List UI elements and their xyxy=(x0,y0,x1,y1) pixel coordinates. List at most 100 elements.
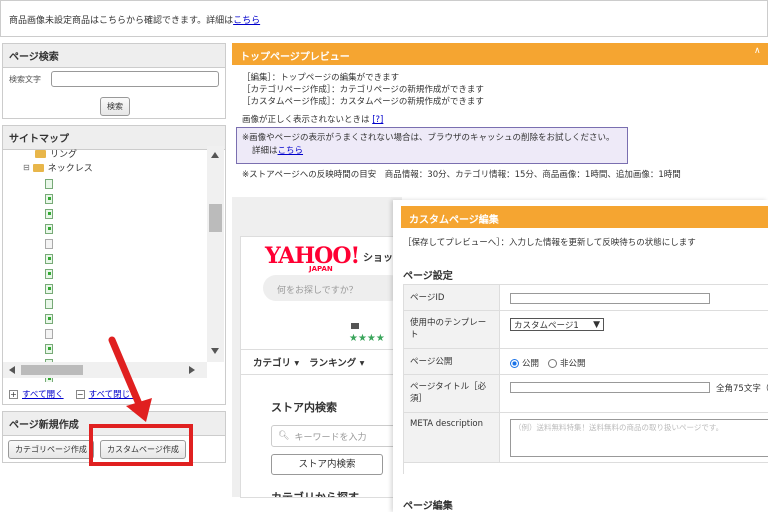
scroll-thumb[interactable] xyxy=(209,204,222,232)
image-note: 画像が正しく表示されないときは [?] xyxy=(242,115,384,125)
keyword-input[interactable]: 🔍︎ キーワードを入力 xyxy=(271,425,399,447)
rating-stars: ★★★★ xyxy=(349,333,385,344)
page-image-icon xyxy=(45,253,53,264)
char-limit-text: 全角75文字（ xyxy=(716,384,768,394)
desc-category: ［カテゴリページ作成］：カテゴリページの新規作成ができます xyxy=(242,85,484,95)
scroll-up-icon[interactable] xyxy=(211,152,219,158)
preview-title: トップページプレビュー xyxy=(232,43,768,65)
info-banner: 商品画像未設定商品はこちらから確認できます。詳細はこちら xyxy=(0,0,768,37)
preview-header: トップページプレビュー xyxy=(232,43,768,65)
radio-private[interactable] xyxy=(548,358,558,368)
tree-folder-necklace[interactable]: ⊟ ネックレス xyxy=(23,160,93,175)
store-icon xyxy=(351,323,359,329)
search-icon: 🔍︎ xyxy=(278,431,290,441)
folder-icon xyxy=(35,149,46,158)
page-title-label: ページタイトル［必須］ xyxy=(404,375,500,412)
desc-edit: ［編集］：トップページの編集ができます xyxy=(242,73,400,83)
template-label: 使用中のテンプレート xyxy=(404,311,500,348)
page-icon xyxy=(45,178,53,189)
page-gray-icon xyxy=(45,328,53,339)
highlight-box xyxy=(89,424,193,466)
tree-page[interactable] xyxy=(45,296,53,311)
page-settings-title: ページ設定 xyxy=(403,271,453,282)
search-label: 検索文字 xyxy=(9,75,41,84)
page-image-icon xyxy=(45,268,53,279)
scroll-down-icon[interactable] xyxy=(211,348,219,354)
folder-icon xyxy=(32,163,44,172)
publish-options: 公開 非公開 xyxy=(510,357,586,369)
page-id-label: ページID xyxy=(404,285,500,310)
category-page-create-button[interactable]: カテゴリページ作成 xyxy=(8,440,94,459)
tree-page[interactable] xyxy=(45,176,53,191)
tree-page[interactable] xyxy=(45,326,53,341)
meta-textarea[interactable]: （例）送料無料特集！送料無料の商品の取り扱いページです。 xyxy=(510,419,768,457)
tree-page[interactable] xyxy=(45,341,53,356)
publish-label: ページ公開 xyxy=(404,349,500,374)
row-page-id: ページID xyxy=(404,285,768,311)
page-image-icon xyxy=(45,208,53,219)
tree-page[interactable] xyxy=(45,191,53,206)
page-search-panel: ページ検索 検索文字 検索 xyxy=(2,43,226,119)
tree-folder-ring[interactable]: リング xyxy=(35,146,77,161)
row-meta: META description （例）送料無料特集！送料無料の商品の取り扱いペ… xyxy=(404,413,768,463)
shopping-label: ショッ xyxy=(363,253,393,264)
store-search-title: ストア内検索 xyxy=(271,401,337,414)
scroll-right-icon[interactable] xyxy=(189,366,195,374)
tree-page[interactable] xyxy=(45,266,53,281)
detail-link[interactable]: こちら xyxy=(278,146,304,156)
banner-text: 商品画像未設定商品はこちらから確認できます。詳細は xyxy=(9,16,234,26)
preview-description: ［編集］：トップページの編集ができます ［カテゴリページ作成］：カテゴリページの… xyxy=(242,72,484,108)
page-title-input[interactable] xyxy=(510,382,710,393)
collapse-icon[interactable]: ∧ xyxy=(754,46,761,56)
banner-link[interactable]: こちら xyxy=(233,16,260,26)
page-image-icon xyxy=(45,223,53,234)
minus-icon: − xyxy=(75,389,85,399)
tree-page[interactable] xyxy=(45,221,53,236)
store-nav: カテゴリ ▾ ランキング ▾ xyxy=(241,349,399,375)
red-arrow-icon xyxy=(108,336,152,422)
page-icon xyxy=(45,298,53,309)
chevron-down-icon: ▼ xyxy=(593,319,600,330)
plus-icon: + xyxy=(9,389,18,399)
store-search-button[interactable]: ストア内検索 xyxy=(271,454,383,475)
scroll-left-icon[interactable] xyxy=(9,366,15,374)
page-search-title: ページ検索 xyxy=(3,44,225,68)
nav-category[interactable]: カテゴリ ▾ xyxy=(253,355,299,369)
custom-edit-note: ［保存してプレビューへ］：入力した情報を更新して反映待ちの状態にします xyxy=(403,238,696,248)
tree-page[interactable] xyxy=(45,251,53,266)
row-page-title: ページタイトル［必須］ 全角75文字（ xyxy=(404,375,768,413)
page-image-icon xyxy=(45,313,53,324)
radio-public[interactable] xyxy=(510,358,519,368)
tree-page[interactable] xyxy=(45,281,53,296)
custom-page-edit-panel: カスタムページ編集 ［保存してプレビューへ］：入力した情報を更新して反映待ちの状… xyxy=(393,200,768,512)
tree-page[interactable] xyxy=(45,206,53,221)
from-category-title: カテゴリから探す xyxy=(271,491,359,498)
page-edit-title: ページ編集 xyxy=(403,501,453,512)
row-template: 使用中のテンプレート カスタムページ1 ▼ xyxy=(404,311,768,349)
tree-page[interactable] xyxy=(45,311,53,326)
search-button[interactable]: 検索 xyxy=(100,97,130,116)
page-image-icon xyxy=(45,283,53,294)
store-preview: YAHOO! JAPAN ショッ 何をお探しですか？ ★★★★ カテゴリ ▾ ラ… xyxy=(240,236,400,498)
row-publish: ページ公開 公開 非公開 xyxy=(404,349,768,375)
settings-table: ページID 使用中のテンプレート カスタムページ1 ▼ ページ公開 公開 非公開 … xyxy=(403,284,768,474)
page-image-icon xyxy=(45,343,53,354)
cache-note-text: ※画像やページの表示がうまくされない場合は、ブラウザのキャッシュの削除をお試しく… xyxy=(242,133,615,143)
desc-custom: ［カスタムページ作成］：カスタムページの新規作成ができます xyxy=(242,97,484,107)
search-input[interactable] xyxy=(51,71,219,87)
page-image-icon xyxy=(45,193,53,204)
template-select[interactable]: カスタムページ1 ▼ xyxy=(510,318,604,331)
vertical-scrollbar[interactable] xyxy=(207,146,224,362)
nav-ranking[interactable]: ランキング ▾ xyxy=(309,355,364,369)
expand-icon: ⊟ xyxy=(23,163,30,172)
expand-all-link[interactable]: すべて開く xyxy=(22,388,64,400)
page-id-input[interactable] xyxy=(510,293,710,304)
reflect-note: ※ストアページへの反映時間の目安 商品情報：30分、カテゴリ情報：15分、商品画… xyxy=(242,170,681,180)
scroll-thumb-h[interactable] xyxy=(21,365,83,375)
page-gray-icon xyxy=(45,238,53,249)
tree-page[interactable] xyxy=(45,236,53,251)
store-search-box[interactable]: 何をお探しですか？ xyxy=(263,275,399,301)
custom-edit-title: カスタムページ編集 xyxy=(401,206,768,228)
help-link[interactable]: [?] xyxy=(372,115,383,125)
meta-label: META description xyxy=(404,413,500,462)
